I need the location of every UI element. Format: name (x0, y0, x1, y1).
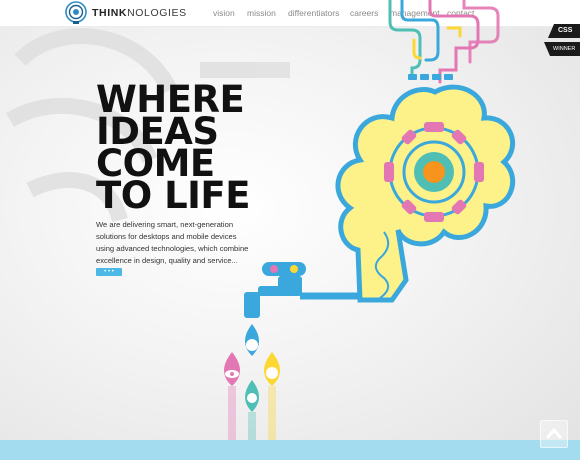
hero-description: We are delivering smart, next-generation… (96, 220, 249, 265)
eye-icon (224, 352, 240, 386)
badge-winner-label: WINNER (553, 46, 576, 52)
badge-css-label: CSS (558, 27, 573, 34)
hero-headline: WHERE IDEAS COME TO LIFE (96, 81, 276, 217)
scroll-to-top-button[interactable] (540, 420, 568, 448)
arrow-up-icon (546, 428, 562, 439)
headline-line-4: TO LIFE (96, 174, 250, 217)
brain-faucet-illustration (224, 0, 516, 440)
read-more-button[interactable]: • • • (96, 268, 122, 276)
bottom-band (0, 440, 580, 460)
